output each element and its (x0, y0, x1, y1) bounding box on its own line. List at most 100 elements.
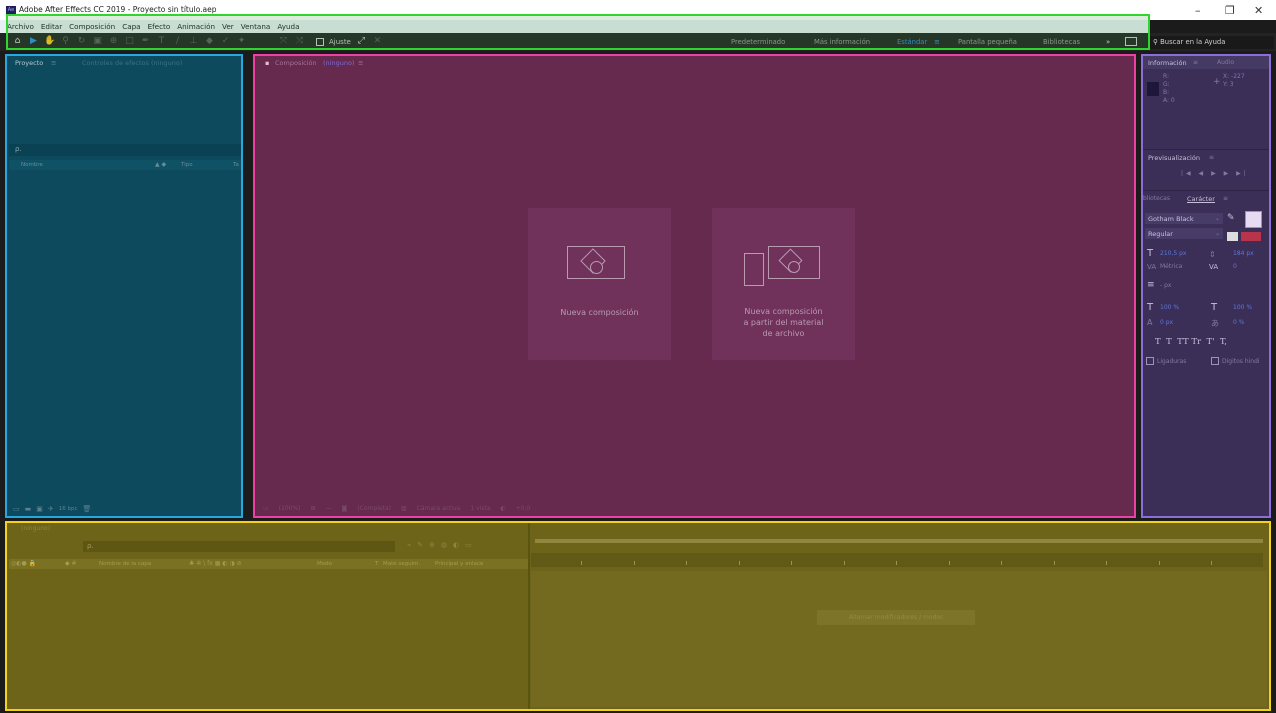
region-icon[interactable]: ▨ (401, 505, 407, 512)
project-columns-header: Nombre ▲ ◆ Tipo Ta (9, 160, 241, 170)
info-g: G: (1163, 81, 1170, 88)
new-composition-button[interactable]: Nueva composición (528, 208, 671, 360)
ligatures-checkbox[interactable] (1146, 357, 1154, 365)
eyedropper-icon[interactable]: ✎ (1227, 213, 1235, 223)
maximize-button[interactable]: ❐ (1225, 4, 1235, 17)
project-tab-menu-icon[interactable]: ≡ (51, 59, 56, 67)
chevron-down-icon: ⌄ (1214, 230, 1220, 237)
project-search-icon: ρ. (15, 145, 22, 153)
project-settings-icon[interactable]: ✈ (48, 505, 54, 513)
info-b: B: (1163, 89, 1170, 96)
snapshot-icon[interactable]: ◙ (342, 505, 348, 512)
baseline-shift-value[interactable]: 0 px (1160, 319, 1173, 326)
comp-tab-menu-icon[interactable]: ≡ (358, 59, 363, 67)
text-style-buttons[interactable]: T T TT Tr T' T, (1155, 337, 1227, 347)
close-button[interactable]: ✕ (1254, 4, 1263, 17)
tab-audio[interactable]: Audio (1217, 59, 1234, 66)
composition-panel: ▪ Composición (ninguno) ≡ Nueva composic… (253, 54, 1136, 518)
font-style-value: Regular (1148, 230, 1173, 238)
tracking-icon: VA (1209, 263, 1219, 271)
col-layer-name[interactable]: Nombre de la capa (99, 561, 151, 567)
vertical-scale-icon: T (1147, 302, 1154, 313)
interpret-footage-icon[interactable]: ▭ (13, 505, 20, 513)
sort-label-icon[interactable]: ▲ ◆ (155, 161, 166, 168)
timeline-switches-icon[interactable]: ⌁✎⊕◍◐▭ (407, 541, 478, 549)
info-color-swatch (1147, 82, 1159, 96)
tab-timeline-none[interactable]: (ninguno) (21, 525, 50, 532)
stroke-width-icon: ≡ (1147, 280, 1155, 290)
vertical-scale-value[interactable]: 100 % (1160, 304, 1179, 311)
tab-caracter[interactable]: Carácter (1187, 195, 1215, 203)
info-r: R: (1163, 73, 1170, 80)
ligatures-label: Ligaduras (1157, 358, 1187, 365)
col-mode[interactable]: Modo (317, 561, 332, 567)
comp-lock-icon[interactable]: ▪ (265, 59, 269, 67)
new-folder-icon[interactable]: ▬ (25, 505, 32, 513)
av-switches-icon[interactable]: ◎◐● 🔒 (11, 560, 36, 567)
tsume-value[interactable]: 0 % (1233, 319, 1244, 326)
tab-effect-controls[interactable]: Controles de efectos (ninguno) (82, 59, 182, 67)
work-area-bar[interactable] (535, 539, 1263, 543)
exposure-value[interactable]: +0,0 (516, 505, 531, 512)
project-search-input[interactable]: ρ. (9, 144, 241, 156)
comp-footer-bar: ▭ (100%) ⊞ — ◙ (Completa) ▨ Cámara activ… (259, 502, 1129, 514)
tracking-value[interactable]: 0 (1233, 263, 1237, 270)
comp-zoom[interactable]: (100%) (279, 505, 301, 512)
col-switches[interactable]: ♣ ✲ \ fx ▦ ◐ ◑ ⊘ (189, 560, 242, 567)
fill-color-swatch[interactable] (1245, 211, 1262, 228)
col-track-matte[interactable]: Mate seguim. (383, 561, 420, 567)
views-select[interactable]: 1 vista (470, 505, 490, 512)
tab-bibliotecas[interactable]: bliotecas (1143, 195, 1170, 202)
font-family-select[interactable]: Gotham Black ⌄ (1145, 213, 1223, 224)
camera-select[interactable]: Cámara activa (417, 505, 461, 512)
trash-icon[interactable]: 🗑 (83, 505, 92, 513)
no-fill-swatch[interactable] (1241, 232, 1261, 241)
col-type[interactable]: Tipo (181, 162, 193, 168)
tab-previsualizacion[interactable]: Previsualización (1148, 154, 1200, 162)
stroke-width-value[interactable]: - px (1160, 282, 1171, 289)
col-name[interactable]: Nombre (21, 162, 43, 168)
label-icon[interactable]: ◆ # (65, 560, 77, 567)
info-tab-menu-icon[interactable]: ≡ (1193, 59, 1198, 66)
new-comp-label: Nueva composición (560, 308, 639, 317)
new-composition-icon[interactable]: ▣ (36, 505, 43, 513)
right-panels: Información ≡ Audio R: G: B: A: 0 + X: -… (1141, 54, 1271, 518)
leading-value[interactable]: 184 px (1233, 250, 1254, 257)
timeline-search-input[interactable]: ρ. (83, 541, 395, 552)
help-search-input[interactable]: ⚲ Buscar en la Ayuda (1148, 36, 1274, 49)
stroke-color-swatch[interactable] (1227, 232, 1238, 241)
time-ruler[interactable] (531, 553, 1263, 567)
preview-controls-icon[interactable]: |◀ ◀ ▶ ▶ ▶| (1181, 170, 1249, 177)
horizontal-scale-value[interactable]: 100 % (1233, 304, 1252, 311)
kerning-value[interactable]: Métrica (1160, 263, 1182, 270)
new-comp-from-footage-button[interactable]: Nueva composición a partir del material … (712, 208, 855, 360)
always-preview-icon[interactable]: ▭ (263, 505, 269, 512)
timeline-divider[interactable] (528, 523, 530, 709)
font-size-value[interactable]: 210,5 px (1160, 250, 1186, 257)
reset-exposure-icon[interactable]: ◐ (500, 505, 505, 512)
character-tab-menu-icon[interactable]: ≡ (1223, 195, 1228, 202)
baseline-shift-icon: A (1147, 318, 1153, 327)
grid-icon[interactable]: ⊞ (311, 505, 316, 512)
hindi-digits-checkbox[interactable] (1211, 357, 1219, 365)
hindi-digits-label: Dígitos hindi (1222, 358, 1260, 365)
font-size-icon: T (1147, 248, 1154, 259)
font-style-select[interactable]: Regular ⌄ (1145, 228, 1223, 239)
window-title: Adobe After Effects CC 2019 - Proyecto s… (19, 5, 217, 14)
tab-composicion[interactable]: Composición (275, 59, 317, 67)
comp-resolution[interactable]: (Completa) (357, 505, 391, 512)
bpc-label[interactable]: 16 bpc (59, 506, 78, 512)
tab-proyecto[interactable]: Proyecto (15, 59, 43, 67)
timeline-tracks-area[interactable] (531, 571, 1267, 707)
col-t[interactable]: T (375, 561, 378, 567)
toggle-switches-modes-button[interactable]: Alternar modificadores / modos (817, 610, 975, 625)
col-parent[interactable]: Principal y enlace (435, 561, 483, 567)
preview-tab-menu-icon[interactable]: ≡ (1209, 154, 1214, 161)
timecode-field[interactable]: — (326, 505, 332, 512)
font-family-value: Gotham Black (1148, 215, 1194, 223)
menu-toolbar-highlight (6, 14, 1150, 50)
project-panel: Proyecto ≡ Controles de efectos (ninguno… (5, 54, 243, 518)
col-size[interactable]: Ta (233, 162, 239, 168)
tab-informacion[interactable]: Información (1148, 59, 1187, 67)
minimize-button[interactable]: – (1195, 4, 1201, 17)
